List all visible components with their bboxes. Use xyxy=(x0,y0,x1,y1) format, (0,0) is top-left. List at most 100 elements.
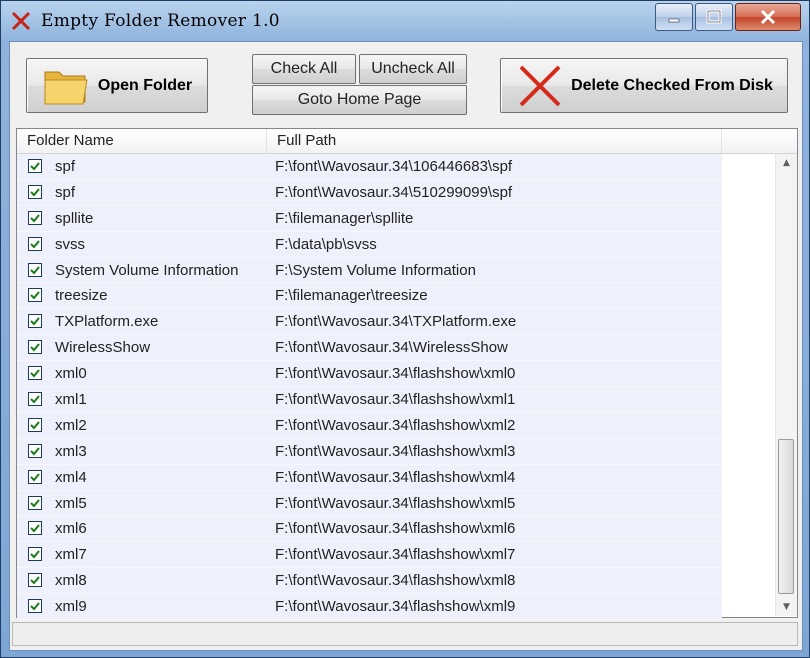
row-checkbox[interactable] xyxy=(28,340,42,355)
window-title: Empty Folder Remover 1.0 xyxy=(41,11,280,31)
table-row[interactable]: spllite F:\filemanager\spllite xyxy=(17,205,722,232)
table-row[interactable]: treesize F:\filemanager\treesize xyxy=(17,283,722,310)
maximize-icon xyxy=(706,9,722,24)
folder-name-cell: svss xyxy=(55,235,85,253)
full-path-cell: F:\System Volume Information xyxy=(275,261,476,279)
check-icon xyxy=(30,265,40,275)
goto-home-page-button[interactable]: Goto Home Page xyxy=(252,85,467,115)
app-window: Empty Folder Remover 1.0 Open Folder Che… xyxy=(0,0,810,658)
row-checkbox[interactable] xyxy=(28,210,42,225)
row-checkbox[interactable] xyxy=(28,366,42,381)
check-icon xyxy=(30,498,40,508)
table-row[interactable]: svss F:\data\pb\svss xyxy=(17,231,722,258)
folder-name-cell: treesize xyxy=(55,287,108,305)
full-path-cell: F:\font\Wavosaur.34\flashshow\xml2 xyxy=(275,416,516,434)
table-row[interactable]: WirelessShow F:\font\Wavosaur.34\Wireless… xyxy=(17,335,722,362)
folder-name-cell: xml5 xyxy=(55,494,87,512)
check-icon xyxy=(30,473,40,482)
folder-name-cell: xml1 xyxy=(55,391,87,409)
table-row[interactable]: spf F:\font\Wavosaur.34\106446683\spf xyxy=(17,154,722,180)
row-checkbox[interactable] xyxy=(28,573,42,588)
delete-checked-button[interactable]: Delete Checked From Disk xyxy=(500,58,788,113)
scroll-thumb[interactable] xyxy=(778,439,794,594)
table-row[interactable]: xml3 F:\font\Wavosaur.34\flashshow\xml3 xyxy=(17,438,722,465)
row-checkbox[interactable] xyxy=(28,495,42,510)
full-path-cell: F:\font\Wavosaur.34\106446683\spf xyxy=(275,158,513,175)
table-row[interactable]: xml4 F:\font\Wavosaur.34\flashshow\xml4 xyxy=(17,464,722,491)
check-icon xyxy=(30,395,40,404)
uncheck-all-button[interactable]: Uncheck All xyxy=(359,54,467,84)
full-path-cell: F:\font\Wavosaur.34\flashshow\xml0 xyxy=(275,365,516,383)
full-path-cell: F:\font\Wavosaur.34\flashshow\xml4 xyxy=(275,468,516,486)
folder-name-cell: xml3 xyxy=(55,442,87,460)
folder-name-cell: System Volume Information xyxy=(55,261,239,279)
full-path-cell: F:\font\Wavosaur.34\WirelessShow xyxy=(275,339,508,357)
folder-icon xyxy=(44,71,88,104)
table-row[interactable]: spf F:\font\Wavosaur.34\510299099\spf xyxy=(17,179,722,206)
row-checkbox[interactable] xyxy=(28,599,42,614)
folder-list[interactable]: Folder Name Full Path spf F:\font\Wavosau… xyxy=(16,128,798,621)
full-path-cell: F:\font\Wavosaur.34\flashshow\xml8 xyxy=(275,572,516,590)
folder-name-cell: xml2 xyxy=(55,416,87,434)
folder-name-cell: xml7 xyxy=(55,546,87,564)
column-header-folder-name[interactable]: Folder Name xyxy=(17,129,267,153)
folder-name-cell: xml9 xyxy=(55,598,87,616)
vertical-scrollbar[interactable]: ▲ ▼ xyxy=(775,154,797,616)
check-icon xyxy=(30,188,40,197)
table-row[interactable]: xml6 F:\font\Wavosaur.34\flashshow\xml6 xyxy=(17,516,722,543)
full-path-cell: F:\font\Wavosaur.34\flashshow\xml1 xyxy=(275,391,516,409)
row-checkbox[interactable] xyxy=(28,521,42,536)
minimize-button[interactable] xyxy=(655,3,693,31)
scroll-up-arrow-icon[interactable]: ▲ xyxy=(776,154,797,172)
open-folder-label: Open Folder xyxy=(97,76,193,94)
folder-name-cell: xml6 xyxy=(55,520,87,538)
full-path-cell: F:\font\Wavosaur.34\flashshow\xml3 xyxy=(275,442,516,460)
open-folder-button[interactable]: Open Folder xyxy=(26,58,208,113)
folder-name-cell: spf xyxy=(55,158,76,175)
table-row[interactable]: TXPlatform.exe F:\font\Wavosaur.34\TXPlat… xyxy=(17,309,722,336)
check-icon xyxy=(30,602,40,611)
row-checkbox[interactable] xyxy=(28,159,42,173)
check-icon xyxy=(30,421,40,430)
row-checkbox[interactable] xyxy=(28,469,42,484)
folder-name-cell: xml8 xyxy=(55,572,87,590)
close-icon xyxy=(760,9,776,25)
table-row[interactable]: xml5 F:\font\Wavosaur.34\flashshow\xml5 xyxy=(17,490,722,517)
row-checkbox[interactable] xyxy=(28,236,42,251)
check-icon xyxy=(30,317,40,326)
check-icon xyxy=(30,369,40,378)
table-row[interactable]: xml0 F:\font\Wavosaur.34\flashshow\xml0 xyxy=(17,361,722,388)
row-checkbox[interactable] xyxy=(28,417,42,432)
check-icon xyxy=(30,447,40,456)
full-path-cell: F:\font\Wavosaur.34\flashshow\xml6 xyxy=(275,520,516,538)
title-bar[interactable]: Empty Folder Remover 1.0 xyxy=(1,1,809,41)
table-row[interactable]: xml8 F:\font\Wavosaur.34\flashshow\xml8 xyxy=(17,568,722,595)
full-path-cell: F:\data\pb\svss xyxy=(275,235,377,253)
table-row[interactable]: xml1 F:\font\Wavosaur.34\flashshow\xml1 xyxy=(17,387,722,413)
row-checkbox[interactable] xyxy=(28,184,42,199)
scroll-down-arrow-icon[interactable]: ▼ xyxy=(776,598,797,616)
delete-red-x-icon xyxy=(519,65,561,106)
row-checkbox[interactable] xyxy=(28,262,42,277)
table-row[interactable]: System Volume Information F:\System Volum… xyxy=(17,257,722,284)
table-row[interactable]: xml9 F:\font\Wavosaur.34\flashshow\xml9 xyxy=(17,594,722,621)
delete-checked-label: Delete Checked From Disk xyxy=(571,76,773,94)
client-area: Open Folder Check All Uncheck All Goto H… xyxy=(9,41,803,651)
close-button[interactable] xyxy=(735,3,801,31)
row-checkbox[interactable] xyxy=(28,392,42,407)
folder-name-cell: spf xyxy=(55,183,76,201)
row-checkbox[interactable] xyxy=(28,547,42,562)
row-checkbox[interactable] xyxy=(28,443,42,458)
table-row[interactable]: xml7 F:\font\Wavosaur.34\flashshow\xml7 xyxy=(17,542,722,569)
table-row[interactable]: xml2 F:\font\Wavosaur.34\flashshow\xml2 xyxy=(17,412,722,439)
column-header-full-path[interactable]: Full Path xyxy=(267,129,722,153)
list-header: Folder Name Full Path xyxy=(17,129,797,154)
check-icon xyxy=(30,291,40,300)
check-all-button[interactable]: Check All xyxy=(252,54,356,84)
full-path-cell: F:\font\Wavosaur.34\TXPlatform.exe xyxy=(275,313,517,331)
folder-name-cell: xml4 xyxy=(55,468,87,486)
row-checkbox[interactable] xyxy=(28,288,42,303)
row-checkbox[interactable] xyxy=(28,314,42,329)
maximize-button[interactable] xyxy=(695,3,733,31)
check-icon xyxy=(30,524,40,533)
